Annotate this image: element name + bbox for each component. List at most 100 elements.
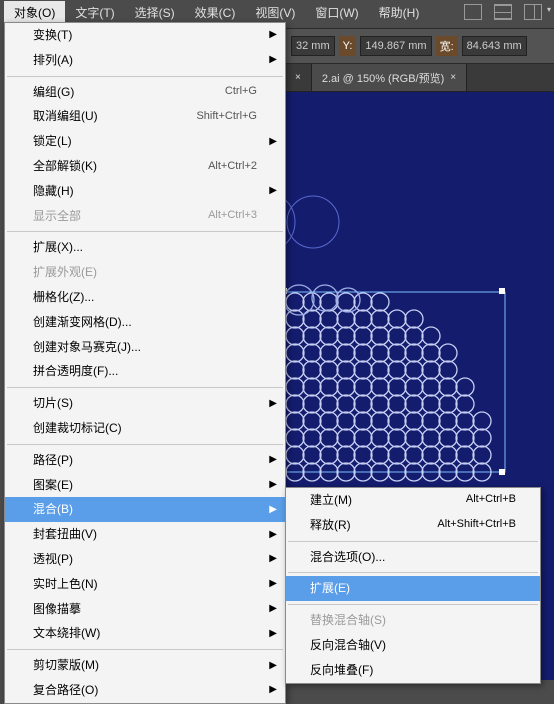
- submenu-arrow-icon: ▶: [269, 53, 277, 67]
- menu-item[interactable]: 路径(P)▶: [5, 448, 285, 473]
- object-dropdown: 变换(T) ▶ 排列(A) ▶ 编组(G) Ctrl+G 取消编组(U)Shift+Ctrl…: [4, 22, 286, 704]
- menu-help[interactable]: 帮助(H): [369, 1, 430, 24]
- submenu-arrow-icon: ▶: [269, 602, 277, 616]
- menu-item-label: 透视(P): [33, 551, 73, 568]
- menu-item[interactable]: 封套扭曲(V)▶: [5, 522, 285, 547]
- submenu-arrow-icon: ▶: [269, 577, 277, 591]
- width-value[interactable]: 84.643 mm: [462, 36, 527, 56]
- submenu-arrow-icon: ▶: [269, 478, 277, 492]
- submenu-item[interactable]: 建立(M) Alt+Ctrl+B: [286, 488, 540, 513]
- menu-item[interactable]: 混合(B) ▶: [5, 497, 285, 522]
- y-value[interactable]: 149.867 mm: [360, 36, 431, 56]
- menu-item-label: 创建裁切标记(C): [33, 420, 122, 437]
- tab-prev[interactable]: ×: [285, 64, 312, 91]
- menu-item-label: 排列(A): [33, 52, 73, 69]
- menu-item-label: 显示全部: [33, 208, 81, 225]
- menu-view[interactable]: 视图(V): [245, 1, 305, 24]
- submenu-arrow-icon: ▶: [269, 683, 277, 697]
- submenu-arrow-icon: ▶: [269, 184, 277, 198]
- menu-item[interactable]: 文本绕排(W) ▶: [5, 621, 285, 646]
- menu-item-label: 变换(T): [33, 27, 72, 44]
- submenu-arrow-icon: ▶: [269, 503, 277, 517]
- menu-item-label: 隐藏(H): [33, 183, 74, 200]
- submenu-item-label: 释放(R): [310, 517, 351, 534]
- submenu-arrow-icon: ▶: [269, 397, 277, 411]
- submenu-item-label: 扩展(E): [310, 580, 350, 597]
- menu-shortcut: Ctrl+G: [225, 84, 257, 99]
- menu-shortcut: Alt+Shift+Ctrl+B: [437, 517, 516, 534]
- submenu-arrow-icon: ▶: [269, 28, 277, 42]
- close-icon[interactable]: ×: [450, 72, 456, 83]
- menu-item[interactable]: 栅格化(Z)...: [5, 285, 285, 310]
- submenu-item[interactable]: 扩展(E): [286, 576, 540, 601]
- menu-item[interactable]: 实时上色(N)▶: [5, 572, 285, 597]
- menu-item-label: 编组(G): [33, 84, 74, 101]
- menu-item-label: 剪切蒙版(M): [33, 657, 99, 674]
- menu-item[interactable]: 隐藏(H) ▶: [5, 179, 285, 204]
- layout-dropdown-icon[interactable]: [524, 4, 542, 20]
- menu-item-label: 复合路径(O): [33, 682, 98, 699]
- menu-item[interactable]: 透视(P) ▶: [5, 547, 285, 572]
- menu-item[interactable]: 扩展(X)...: [5, 235, 285, 260]
- close-icon[interactable]: ×: [295, 72, 301, 83]
- menu-item[interactable]: 创建渐变网格(D)...: [5, 310, 285, 335]
- menu-shortcut: Alt+Ctrl+3: [208, 208, 257, 223]
- menu-item-label: 路径(P): [33, 452, 73, 469]
- menu-type[interactable]: 文字(T): [65, 1, 124, 24]
- arrange-icon[interactable]: [494, 4, 512, 20]
- menu-item-label: 扩展外观(E): [33, 264, 97, 281]
- menu-item: 显示全部 Alt+Ctrl+3: [5, 204, 285, 229]
- submenu-item-label: 反向堆叠(F): [310, 662, 373, 679]
- document-icon[interactable]: [464, 4, 482, 20]
- submenu-item[interactable]: 反向堆叠(F): [286, 658, 540, 683]
- menu-effect[interactable]: 效果(C): [185, 1, 246, 24]
- width-label: 宽:: [436, 36, 458, 56]
- menu-item[interactable]: 创建对象马赛克(J)...: [5, 335, 285, 360]
- menu-item[interactable]: 变换(T) ▶: [5, 23, 285, 48]
- menu-item-label: 封套扭曲(V): [33, 526, 97, 543]
- menu-item[interactable]: 创建裁切标记(C): [5, 416, 285, 441]
- menu-item[interactable]: 编组(G) Ctrl+G: [5, 80, 285, 105]
- control-bar: 32 mm Y: 149.867 mm 宽: 84.643 mm: [285, 28, 554, 64]
- menu-item-label: 拼合透明度(F)...: [33, 363, 118, 380]
- menu-item-label: 混合(B): [33, 501, 73, 518]
- menu-item[interactable]: 剪切蒙版(M) ▶: [5, 653, 285, 678]
- tab-active[interactable]: 2.ai @ 150% (RGB/预览) ×: [312, 64, 467, 91]
- menu-item-label: 全部解锁(K): [33, 158, 97, 175]
- submenu-item[interactable]: 反向混合轴(V): [286, 633, 540, 658]
- menu-item-label: 图像描摹: [33, 601, 81, 618]
- menu-item[interactable]: 图像描摹 ▶: [5, 597, 285, 622]
- menu-item[interactable]: 排列(A) ▶: [5, 48, 285, 73]
- submenu-item-label: 替换混合轴(S): [310, 612, 386, 629]
- menu-select[interactable]: 选择(S): [125, 1, 185, 24]
- menu-item-label: 图案(E): [33, 477, 73, 494]
- menu-item-label: 锁定(L): [33, 133, 72, 150]
- menu-item[interactable]: 图案(E) ▶: [5, 473, 285, 498]
- menu-item-label: 创建渐变网格(D)...: [33, 314, 132, 331]
- submenu-item[interactable]: 释放(R) Alt+Shift+Ctrl+B: [286, 513, 540, 538]
- menu-item[interactable]: 取消编组(U)Shift+Ctrl+G: [5, 104, 285, 129]
- menu-item[interactable]: 复合路径(O) ▶: [5, 678, 285, 703]
- menu-item[interactable]: 锁定(L) ▶: [5, 129, 285, 154]
- menu-shortcut: Alt+Ctrl+2: [208, 159, 257, 174]
- x-value[interactable]: 32 mm: [291, 36, 335, 56]
- menu-shortcut: Alt+Ctrl+B: [466, 492, 516, 509]
- submenu-item[interactable]: 混合选项(O)...: [286, 545, 540, 570]
- menu-item-label: 切片(S): [33, 395, 73, 412]
- submenu-arrow-icon: ▶: [269, 627, 277, 641]
- submenu-item: 替换混合轴(S): [286, 608, 540, 633]
- submenu-arrow-icon: ▶: [269, 659, 277, 673]
- submenu-item-label: 反向混合轴(V): [310, 637, 386, 654]
- menu-item[interactable]: 拼合透明度(F)...: [5, 359, 285, 384]
- menu-item-label: 文本绕排(W): [33, 625, 100, 642]
- menu-item-label: 取消编组(U): [33, 108, 98, 125]
- submenu-item-label: 建立(M): [310, 492, 352, 509]
- menu-object[interactable]: 对象(O): [4, 1, 65, 24]
- menu-item: 扩展外观(E): [5, 260, 285, 285]
- menu-item-label: 栅格化(Z)...: [33, 289, 94, 306]
- submenu-arrow-icon: ▶: [269, 135, 277, 149]
- submenu-arrow-icon: ▶: [269, 552, 277, 566]
- menu-item[interactable]: 切片(S) ▶: [5, 391, 285, 416]
- menu-item[interactable]: 全部解锁(K) Alt+Ctrl+2: [5, 154, 285, 179]
- menu-window[interactable]: 窗口(W): [305, 1, 368, 24]
